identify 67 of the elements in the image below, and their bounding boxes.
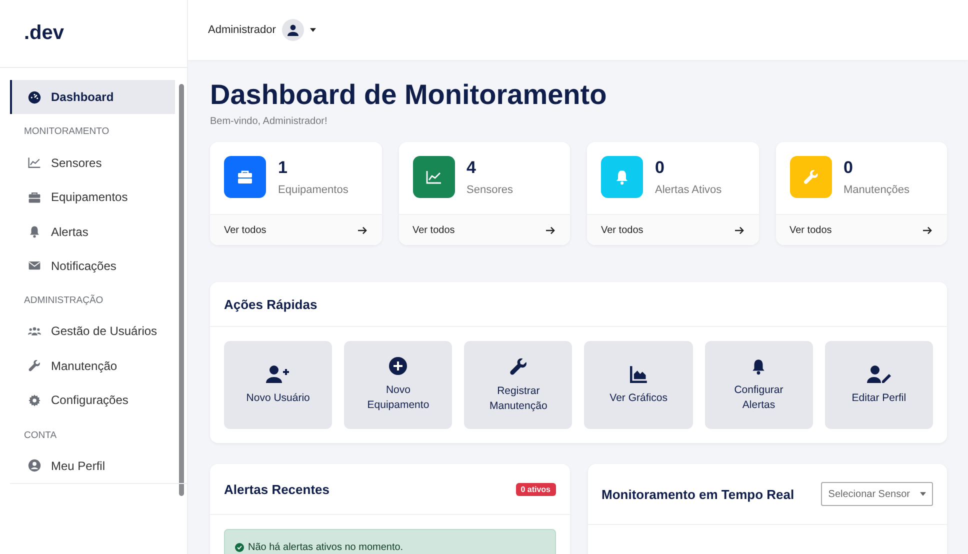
welcome-text: Bem-vindo, Administrador! [210,116,328,127]
toolbox-icon [28,190,41,204]
stat-label: Sensores [466,184,513,196]
user-circle-icon [28,459,41,472]
plus-circle-icon [389,357,408,376]
nav-item[interactable]: Notificações [10,248,175,284]
panel-title: Alertas Recentes [224,482,330,496]
quick-action-button[interactable]: Ver Gráficos [584,341,693,429]
wrench-icon [802,169,818,185]
view-all-link[interactable]: Ver todos [412,224,455,236]
person-icon [286,24,299,36]
envelope-icon [28,259,41,272]
quick-action-button[interactable]: Novo Usuário [224,341,332,429]
user-edit-icon [866,364,891,383]
nav-item[interactable]: Equipamentos [10,180,175,214]
section-heading: MONITORAMENTO [23,125,110,140]
gauge-icon [28,90,41,104]
arrow-right-icon[interactable] [922,226,933,234]
nav-item[interactable]: Dashboard [10,80,175,114]
section-title: Ações Rápidas [224,296,318,312]
view-all-link[interactable]: Ver todos [601,224,644,236]
nav-item[interactable]: Sensores [10,145,175,180]
stat-label: Alertas Ativos [655,184,722,196]
stat-value: 1 [278,158,288,178]
section-heading: ADMINISTRAÇÃO [23,294,104,308]
arrow-right-icon[interactable] [356,226,368,234]
wrench-icon [508,356,528,376]
alert-message: Não há alertas ativos no momento. [248,542,404,553]
view-all-link[interactable]: Ver todos [224,224,266,236]
nav-item[interactable]: Gestão de Usuários [10,314,175,349]
users-icon [28,324,41,338]
view-all-link[interactable]: Ver todos [790,224,832,236]
count-badge: 0 ativos [516,482,556,496]
quick-action-button[interactable]: Editar Perfil [824,341,933,429]
logo: .dev [0,0,187,68]
arrow-right-icon[interactable] [545,226,556,234]
nav-item[interactable]: Meu Perfil [10,448,175,483]
nav-item[interactable]: Configurações [10,383,175,418]
caret-icon [920,492,926,496]
quick-action-button[interactable]: Novo Equipamento [344,341,452,429]
stat-value: 4 [466,158,477,178]
line-chart-icon [28,156,41,170]
nav-item[interactable]: Manutenção [10,348,175,384]
stat-label: Manutenções [844,184,910,196]
check-circle-icon [235,543,244,552]
quick-action-button[interactable]: Registrar Manutenção [464,341,572,429]
panel-title: Monitoramento em Tempo Real [602,486,794,502]
page-title: Dashboard de Monitoramento [210,78,608,112]
user-menu[interactable]: Administrador [208,19,316,41]
settings-icon [28,394,41,407]
stat-value: 0 [655,158,666,178]
area-chart-icon [630,364,648,383]
wrench-icon [28,359,41,372]
sensor-select[interactable]: Selecionar Sensor [821,482,933,506]
section-heading: CONTA [23,428,58,442]
user-plus-icon [266,364,290,383]
bell-icon [750,358,768,375]
line-chart-icon [426,169,442,185]
quick-action-button[interactable]: Configurar Alertas [704,341,813,429]
nav-item[interactable]: Alertas [10,214,175,249]
arrow-right-icon[interactable] [734,226,744,234]
bell-icon [28,225,41,238]
stat-label: Equipamentos [278,184,348,196]
toolbox-icon [237,169,253,185]
stat-value: 0 [844,158,854,178]
caret-icon [310,28,316,32]
bell-icon [614,169,630,185]
